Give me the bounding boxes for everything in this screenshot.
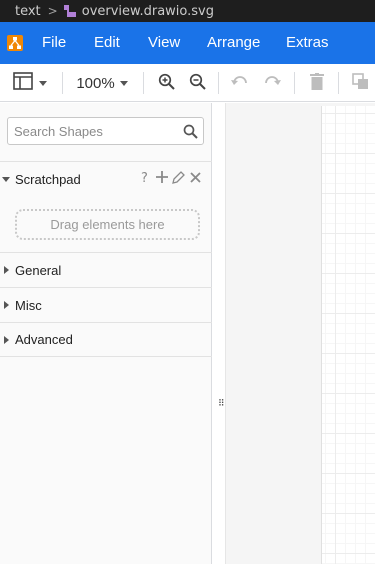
menu-view[interactable]: View [148,22,180,64]
drawio-file-icon [63,5,76,17]
chevron-down-icon [2,176,10,182]
zoom-out-icon [189,73,206,94]
section-general[interactable]: General [0,252,212,287]
delete-button[interactable] [305,64,329,102]
breadcrumb: text > overview.drawio.svg [0,0,375,22]
scratchpad-dropzone[interactable]: Drag elements here [15,209,200,240]
add-icon[interactable] [155,171,168,187]
redo-icon [263,74,281,93]
section-advanced[interactable]: Advanced [0,322,212,357]
search-input[interactable] [8,118,178,144]
breadcrumb-separator: > [47,4,58,18]
toolbar-divider [338,72,339,94]
shapes-sidebar: Scratchpad ? Drag elements here General … [0,103,212,564]
section-label: Advanced [15,332,73,347]
menu-extras[interactable]: Extras [286,22,329,64]
chevron-right-icon [4,266,9,274]
breadcrumb-folder[interactable]: text [15,4,41,19]
toolbar-divider [294,72,295,94]
zoom-dropdown[interactable]: 100% [72,64,132,102]
duplicate-icon [351,72,369,94]
section-label: General [15,262,62,278]
section-label: Scratchpad [15,171,81,187]
zoom-out-button[interactable] [185,64,209,102]
zoom-in-button[interactable] [154,64,178,102]
toolbar-divider [62,72,63,94]
sidebar-splitter[interactable]: ⠿ [212,103,226,564]
help-icon[interactable]: ? [138,172,151,186]
chevron-right-icon [4,335,9,344]
undo-icon [231,74,249,93]
toolbar-divider [143,72,144,94]
format-panel-button[interactable] [10,64,50,102]
zoom-in-icon [158,73,175,94]
chevron-down-icon [39,80,47,86]
search-icon[interactable] [183,124,198,143]
toolbar: 100% [0,64,375,102]
redo-button[interactable] [260,64,284,102]
menu-arrange[interactable]: Arrange [207,22,260,64]
search-box [7,117,204,145]
duplicate-button[interactable] [348,64,372,102]
diagram-page[interactable] [321,106,375,564]
zoom-level: 100% [76,74,115,92]
chevron-right-icon [4,301,9,309]
panel-layout-icon [13,72,33,94]
trash-icon [310,72,324,94]
scratchpad-tools: ? [138,170,202,188]
section-scratchpad[interactable]: Scratchpad ? [0,161,212,196]
menu-edit[interactable]: Edit [94,22,120,64]
chevron-down-icon [119,80,128,86]
menu-file[interactable]: File [42,22,66,64]
grip-icon: ⠿ [218,399,225,409]
undo-button[interactable] [228,64,252,102]
close-icon[interactable] [189,171,202,187]
edit-icon[interactable] [172,170,185,188]
drawio-logo-icon [7,35,23,51]
section-label: Misc [15,297,42,313]
breadcrumb-file[interactable]: overview.drawio.svg [82,4,214,19]
section-misc[interactable]: Misc [0,287,212,322]
menubar: File Edit View Arrange Extras [0,22,375,64]
toolbar-divider [218,72,219,94]
